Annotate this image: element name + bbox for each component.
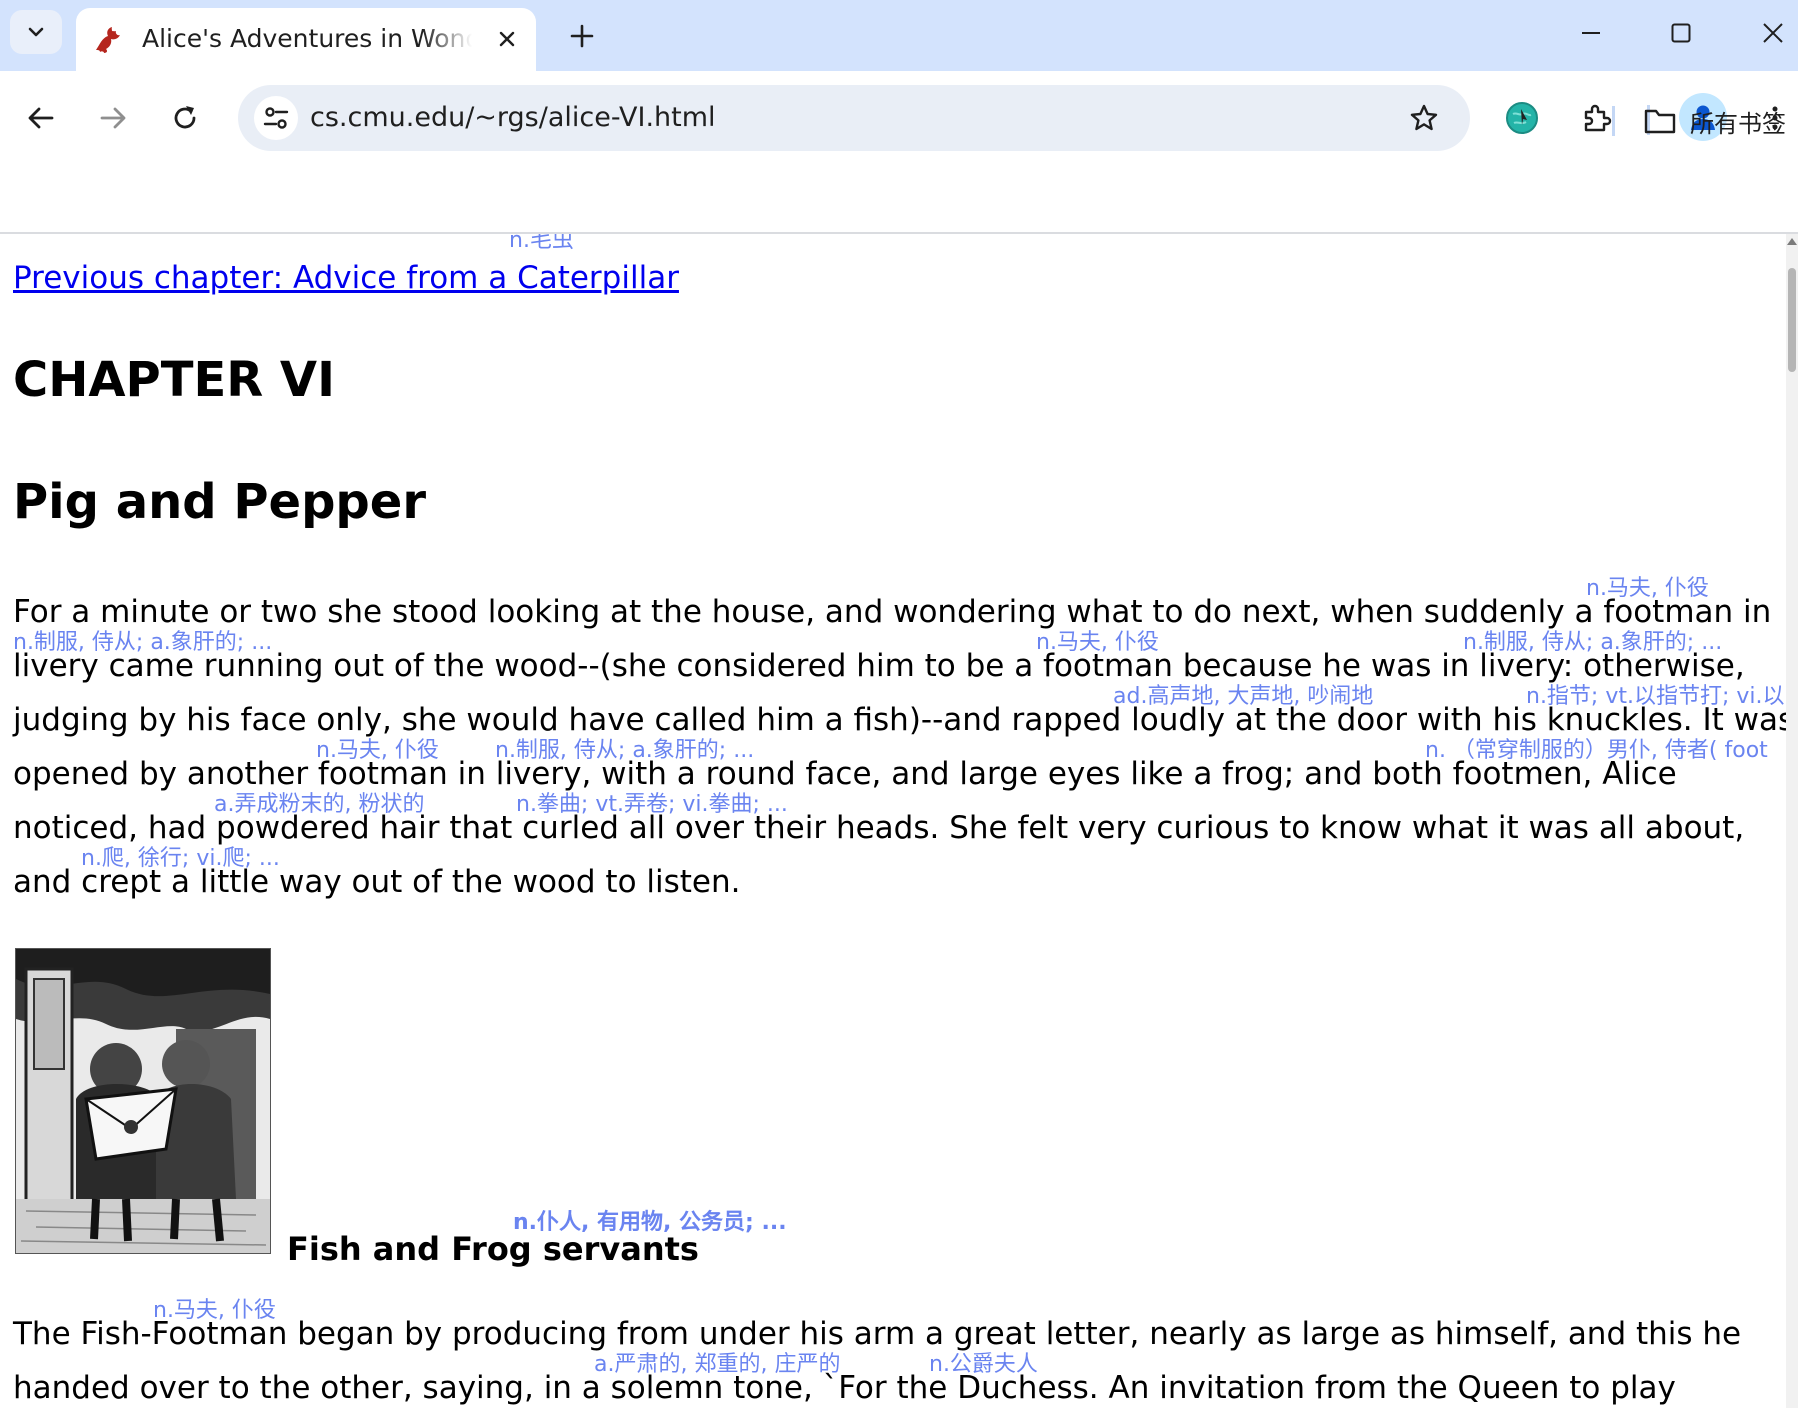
reload-button[interactable] xyxy=(162,95,208,141)
tab-strip: Alice's Adventures in Wonderland xyxy=(0,0,1798,71)
puzzle-icon xyxy=(1584,104,1612,132)
new-tab-button[interactable] xyxy=(560,14,604,58)
plus-icon xyxy=(570,24,594,48)
close-tab-button[interactable] xyxy=(490,22,524,56)
star-icon xyxy=(1410,104,1438,131)
toolbar: cs.cmu.edu/~rgs/alice-VI.html xyxy=(0,71,1798,237)
forward-arrow-icon xyxy=(100,107,126,129)
close-window-button[interactable] xyxy=(1748,10,1798,56)
maximize-icon xyxy=(1671,23,1691,43)
extension-globe-button[interactable] xyxy=(1499,95,1545,141)
previous-chapter-link[interactable]: Previous chapter: Advice from a Caterpil… xyxy=(13,258,679,298)
minimize-button[interactable] xyxy=(1566,10,1616,56)
address-bar[interactable]: cs.cmu.edu/~rgs/alice-VI.html xyxy=(238,85,1470,151)
scrollbar-thumb[interactable] xyxy=(1788,268,1796,372)
page-scrollbar[interactable] xyxy=(1786,234,1798,1408)
tune-icon xyxy=(263,107,289,129)
close-icon xyxy=(1763,23,1783,43)
back-arrow-icon xyxy=(28,107,54,129)
all-bookmarks-button[interactable]: 所有书签 xyxy=(1644,98,1786,144)
bookmarks-divider xyxy=(1612,106,1615,136)
fish-frog-servants-illustration xyxy=(15,948,271,1254)
tab-title: Alice's Adventures in Wonderland xyxy=(142,24,472,53)
gloss-caterpillar: n.毛虫 xyxy=(509,234,574,253)
paragraph-1-line-2: livery came running out of the wood--(sh… xyxy=(13,648,1745,684)
paragraph-1-line-5: noticed, had powdered hair that curled a… xyxy=(13,810,1745,846)
illustration-caption: Fish and Frog servants xyxy=(287,1230,699,1268)
bookmark-star-button[interactable] xyxy=(1402,96,1446,140)
all-bookmarks-label: 所有书签 xyxy=(1690,109,1786,138)
forward-button[interactable] xyxy=(90,95,136,141)
paragraph-1-line-1: For a minute or two she stood looking at… xyxy=(13,594,1772,630)
paragraph-2-line-1: The Fish-Footman began by producing from… xyxy=(13,1316,1742,1352)
minimize-icon xyxy=(1582,32,1600,34)
dragon-favicon-icon xyxy=(96,27,120,53)
globe-extension-icon xyxy=(1506,102,1538,134)
paragraph-2-line-2: handed over to the other, saying, in a s… xyxy=(13,1370,1676,1406)
paragraph-1-line-4: opened by another footman in livery, wit… xyxy=(13,756,1677,792)
chapter-title: Pig and Pepper xyxy=(13,474,427,530)
close-icon xyxy=(499,31,515,47)
chapter-heading: CHAPTER VI xyxy=(13,352,335,408)
paragraph-1-line-3: judging by his face only, she would have… xyxy=(13,702,1788,738)
page-content: n.毛虫 Previous chapter: Advice from a Cat… xyxy=(0,234,1788,1408)
scroll-up-arrow-icon[interactable] xyxy=(1787,238,1797,245)
active-tab[interactable]: Alice's Adventures in Wonderland xyxy=(76,8,536,71)
tab-search-button[interactable] xyxy=(10,10,62,54)
site-info-button[interactable] xyxy=(254,96,298,140)
illustration-image xyxy=(16,949,270,1253)
paragraph-1-line-6: and crept a little way out of the wood t… xyxy=(13,864,741,900)
reload-icon xyxy=(174,106,196,129)
folder-icon xyxy=(1644,109,1676,134)
maximize-button[interactable] xyxy=(1656,10,1706,56)
chevron-down-icon xyxy=(28,27,44,37)
back-button[interactable] xyxy=(18,95,64,141)
url-text[interactable]: cs.cmu.edu/~rgs/alice-VI.html xyxy=(310,85,716,151)
